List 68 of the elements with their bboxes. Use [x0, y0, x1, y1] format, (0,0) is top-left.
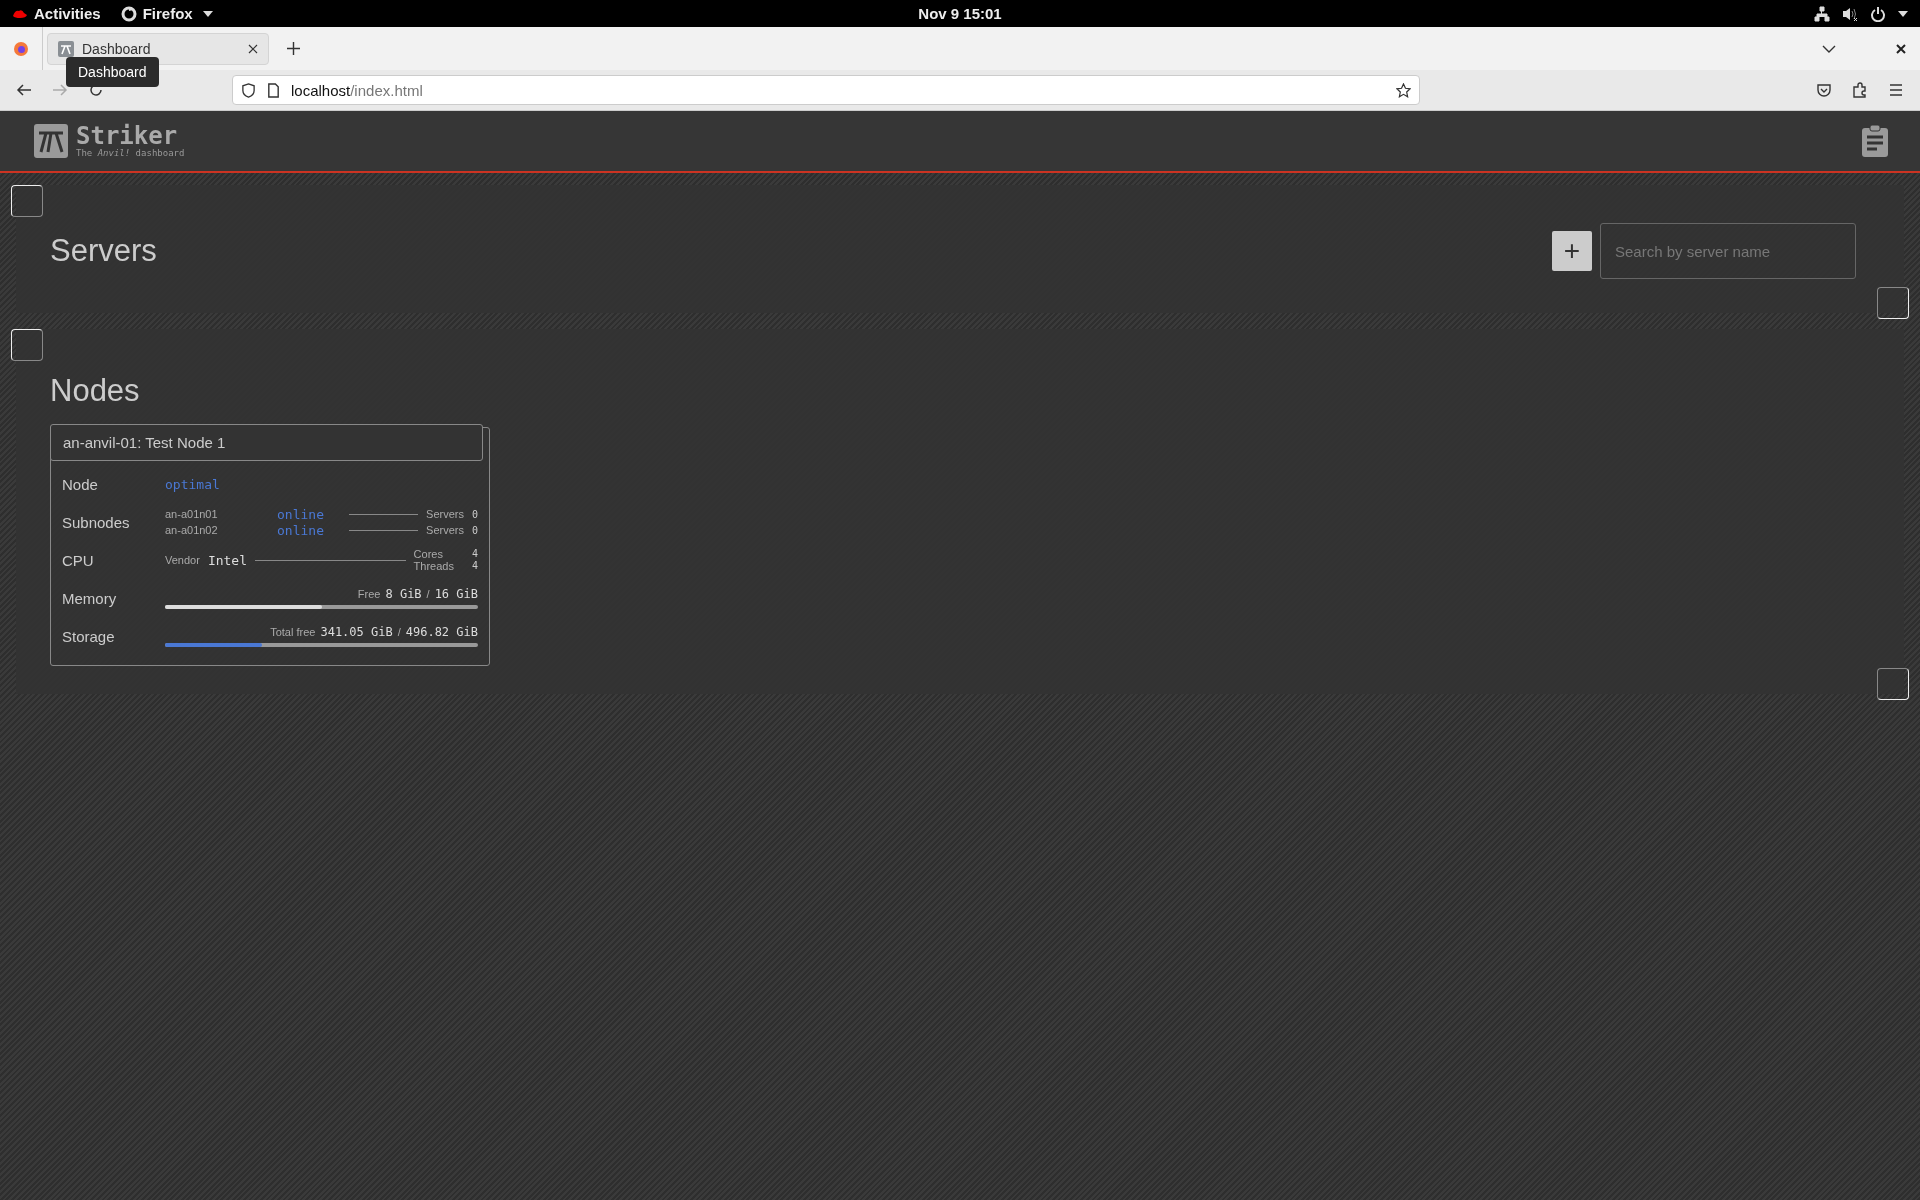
- close-icon[interactable]: [248, 43, 258, 54]
- star-icon[interactable]: [1396, 82, 1411, 98]
- add-button[interactable]: +: [1552, 231, 1592, 271]
- browser-logo-icon[interactable]: [13, 40, 29, 57]
- total-value: 16 GiB: [434, 587, 478, 601]
- row-label: Memory: [62, 589, 118, 607]
- free-label: Total free: [270, 626, 316, 638]
- new-tab-icon[interactable]: [287, 42, 300, 55]
- hat-icon: [12, 7, 28, 20]
- corner-marker: [11, 185, 43, 217]
- vendor-value: Intel: [207, 552, 247, 568]
- app-menu[interactable]: Firefox: [142, 5, 193, 22]
- network-icon[interactable]: [1814, 5, 1830, 22]
- caret-icon: [202, 10, 213, 17]
- separator: /: [426, 588, 430, 600]
- favicon-icon: [58, 40, 74, 57]
- free-value: 8 GiB: [385, 587, 422, 601]
- corner-marker: [1877, 668, 1909, 700]
- clipboard-icon[interactable]: [1860, 124, 1890, 158]
- app-icon: [120, 5, 137, 22]
- power-icon[interactable]: [1870, 5, 1886, 22]
- corner-marker: [11, 329, 43, 361]
- threads-count: 4: [471, 560, 478, 572]
- address-bar[interactable]: localhost/index.html: [232, 75, 1420, 105]
- chevron-down-icon[interactable]: [1822, 44, 1836, 53]
- total-value: 496.82 GiB: [405, 625, 478, 639]
- back-icon[interactable]: [16, 82, 32, 98]
- close-icon[interactable]: [1896, 43, 1906, 54]
- servers-label: Servers: [426, 524, 464, 536]
- subnode-name: an-a01n02: [165, 524, 219, 536]
- row-label: Node: [62, 475, 99, 493]
- servers-count: 0: [471, 508, 478, 520]
- subnode-name: an-a01n01: [165, 508, 219, 520]
- row-label: Storage: [62, 627, 116, 645]
- tooltip: Dashboard: [66, 57, 159, 87]
- threads-label: Threads: [413, 560, 454, 572]
- section-title: Nodes: [50, 373, 140, 409]
- card-header: an-anvil-01: Test Node 1: [50, 424, 483, 461]
- row-label: CPU: [62, 551, 95, 569]
- status-text: online: [277, 522, 325, 538]
- menu-icon[interactable]: [1888, 82, 1904, 98]
- status-text: optimal: [165, 476, 220, 492]
- puzzle-icon[interactable]: [1852, 82, 1868, 98]
- shield-icon: [241, 82, 256, 98]
- muted-speaker-icon[interactable]: [1842, 5, 1858, 22]
- browser-tab[interactable]: Dashboard: [47, 32, 269, 65]
- corner-marker: [1877, 287, 1909, 319]
- servers-label: Servers: [426, 508, 464, 520]
- free-value: 341.05 GiB: [320, 625, 393, 639]
- cores-label: Cores: [413, 548, 444, 560]
- separator: /: [397, 626, 401, 638]
- app-subtitle: The Anvil! dashboard: [76, 148, 185, 158]
- caret-icon[interactable]: [1898, 10, 1908, 17]
- free-label: Free: [357, 588, 381, 600]
- search-field[interactable]: Search by server name: [1600, 223, 1856, 279]
- pocket-icon[interactable]: [1816, 82, 1832, 98]
- status-text: online: [277, 506, 325, 522]
- forward-icon[interactable]: [52, 82, 68, 98]
- activities-button[interactable]: Activities: [34, 5, 101, 22]
- cores-count: 4: [471, 548, 478, 560]
- clock[interactable]: Nov 9 15:01: [918, 5, 1002, 22]
- vendor-label: Vendor: [165, 554, 200, 566]
- row-label: Subnodes: [62, 513, 131, 531]
- app-title: Striker: [76, 124, 178, 148]
- servers-count: 0: [471, 524, 478, 536]
- page-icon: [266, 82, 281, 98]
- section-title: Servers: [50, 233, 157, 269]
- logo-icon: [34, 124, 68, 158]
